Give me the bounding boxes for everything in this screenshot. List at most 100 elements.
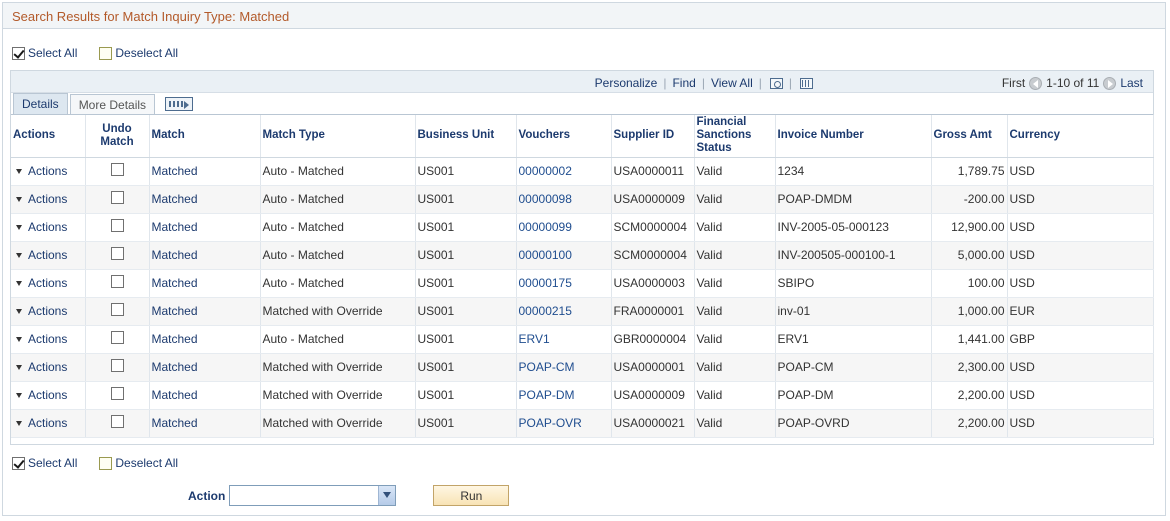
- undo-match-checkbox[interactable]: [110, 191, 124, 204]
- actions-link[interactable]: Actions: [28, 332, 67, 346]
- cell-actions[interactable]: Actions: [11, 409, 86, 438]
- undo-match-checkbox[interactable]: [110, 387, 124, 400]
- cell-actions[interactable]: Actions: [11, 325, 86, 354]
- cell-actions[interactable]: Actions: [11, 157, 86, 186]
- cell-voucher[interactable]: 00000215: [516, 297, 612, 326]
- tab-details[interactable]: Details: [13, 93, 68, 114]
- download-grid-icon[interactable]: [800, 77, 813, 89]
- match-link[interactable]: Matched: [152, 360, 198, 374]
- zoom-grid-icon[interactable]: [769, 77, 783, 89]
- select-all-top[interactable]: Select All: [12, 46, 77, 60]
- deselect-all-checkbox-icon[interactable]: [99, 46, 113, 60]
- voucher-link[interactable]: 00000099: [519, 220, 572, 234]
- cell-voucher[interactable]: 00000100: [516, 241, 612, 270]
- voucher-link[interactable]: POAP-CM: [519, 360, 575, 374]
- cell-match[interactable]: Matched: [149, 185, 261, 214]
- cell-actions[interactable]: Actions: [11, 241, 86, 270]
- cell-undo-match[interactable]: [85, 185, 150, 214]
- cell-voucher[interactable]: ERV1: [516, 325, 612, 354]
- cell-voucher[interactable]: 00000099: [516, 213, 612, 242]
- chevron-down-icon[interactable]: [378, 486, 396, 505]
- voucher-link[interactable]: POAP-DM: [519, 388, 575, 402]
- voucher-link[interactable]: POAP-OVR: [519, 416, 582, 430]
- cell-undo-match[interactable]: [85, 241, 150, 270]
- actions-link[interactable]: Actions: [28, 220, 67, 234]
- cell-match[interactable]: Matched: [149, 241, 261, 270]
- cell-undo-match[interactable]: [85, 157, 150, 186]
- action-select[interactable]: [229, 485, 397, 506]
- undo-match-checkbox[interactable]: [110, 359, 124, 372]
- cell-undo-match[interactable]: [85, 297, 150, 326]
- select-all-checkbox-icon[interactable]: [12, 456, 25, 470]
- cell-actions[interactable]: Actions: [11, 185, 86, 214]
- col-header-business-unit[interactable]: Business Unit: [415, 115, 517, 158]
- chevron-down-icon[interactable]: [16, 420, 22, 426]
- undo-match-checkbox[interactable]: [110, 275, 124, 288]
- actions-link[interactable]: Actions: [28, 276, 67, 290]
- view-all-link[interactable]: View All: [711, 76, 753, 90]
- match-link[interactable]: Matched: [152, 192, 198, 206]
- undo-match-checkbox[interactable]: [110, 415, 124, 428]
- actions-link[interactable]: Actions: [28, 416, 67, 430]
- voucher-link[interactable]: 00000002: [519, 164, 572, 178]
- actions-link[interactable]: Actions: [28, 248, 67, 262]
- chevron-down-icon[interactable]: [16, 168, 22, 174]
- voucher-link[interactable]: 00000215: [519, 304, 572, 318]
- cell-voucher[interactable]: 00000175: [516, 269, 612, 298]
- cell-undo-match[interactable]: [85, 409, 150, 438]
- cell-match[interactable]: Matched: [149, 213, 261, 242]
- select-all-label[interactable]: Select All: [28, 456, 77, 470]
- cell-match[interactable]: Matched: [149, 297, 261, 326]
- select-all-checkbox-icon[interactable]: [12, 46, 25, 60]
- match-link[interactable]: Matched: [152, 164, 198, 178]
- voucher-link[interactable]: ERV1: [519, 332, 550, 346]
- actions-link[interactable]: Actions: [28, 304, 67, 318]
- match-link[interactable]: Matched: [152, 416, 198, 430]
- deselect-all-top[interactable]: Deselect All: [99, 46, 178, 60]
- show-all-columns-icon[interactable]: [165, 97, 194, 111]
- col-header-financial-sanctions-status[interactable]: Financial Sanctions Status: [694, 115, 776, 158]
- match-link[interactable]: Matched: [152, 276, 198, 290]
- deselect-all-label[interactable]: Deselect All: [115, 46, 178, 60]
- cell-undo-match[interactable]: [85, 213, 150, 242]
- undo-match-checkbox[interactable]: [110, 163, 124, 176]
- chevron-down-icon[interactable]: [16, 364, 22, 370]
- cell-undo-match[interactable]: [85, 381, 150, 410]
- cell-undo-match[interactable]: [85, 269, 150, 298]
- last-link[interactable]: Last: [1120, 76, 1143, 90]
- undo-match-checkbox[interactable]: [110, 219, 124, 232]
- match-link[interactable]: Matched: [152, 304, 198, 318]
- previous-page-icon[interactable]: [1029, 76, 1043, 90]
- match-link[interactable]: Matched: [152, 248, 198, 262]
- cell-voucher[interactable]: POAP-CM: [516, 353, 612, 382]
- chevron-down-icon[interactable]: [16, 280, 22, 286]
- cell-actions[interactable]: Actions: [11, 213, 86, 242]
- col-header-invoice-number[interactable]: Invoice Number: [775, 115, 932, 158]
- undo-match-checkbox[interactable]: [110, 247, 124, 260]
- col-header-supplier-id[interactable]: Supplier ID: [611, 115, 695, 158]
- cell-match[interactable]: Matched: [149, 269, 261, 298]
- tab-more-details[interactable]: More Details: [69, 94, 156, 114]
- undo-match-checkbox[interactable]: [110, 331, 124, 344]
- chevron-down-icon[interactable]: [16, 336, 22, 342]
- cell-match[interactable]: Matched: [149, 325, 261, 354]
- deselect-all-checkbox-icon[interactable]: [99, 456, 113, 470]
- match-link[interactable]: Matched: [152, 332, 198, 346]
- cell-match[interactable]: Matched: [149, 381, 261, 410]
- match-link[interactable]: Matched: [152, 220, 198, 234]
- run-button[interactable]: Run: [433, 485, 510, 506]
- actions-link[interactable]: Actions: [28, 360, 67, 374]
- col-header-match[interactable]: Match: [149, 115, 261, 158]
- select-all-label[interactable]: Select All: [28, 46, 77, 60]
- cell-voucher[interactable]: POAP-OVR: [516, 409, 612, 438]
- deselect-all-label[interactable]: Deselect All: [115, 456, 178, 470]
- deselect-all-bottom[interactable]: Deselect All: [99, 456, 178, 470]
- chevron-down-icon[interactable]: [16, 196, 22, 202]
- chevron-down-icon[interactable]: [16, 308, 22, 314]
- cell-match[interactable]: Matched: [149, 409, 261, 438]
- select-all-bottom[interactable]: Select All: [12, 456, 77, 470]
- actions-link[interactable]: Actions: [28, 192, 67, 206]
- col-header-match-type[interactable]: Match Type: [260, 115, 416, 158]
- cell-actions[interactable]: Actions: [11, 381, 86, 410]
- cell-undo-match[interactable]: [85, 325, 150, 354]
